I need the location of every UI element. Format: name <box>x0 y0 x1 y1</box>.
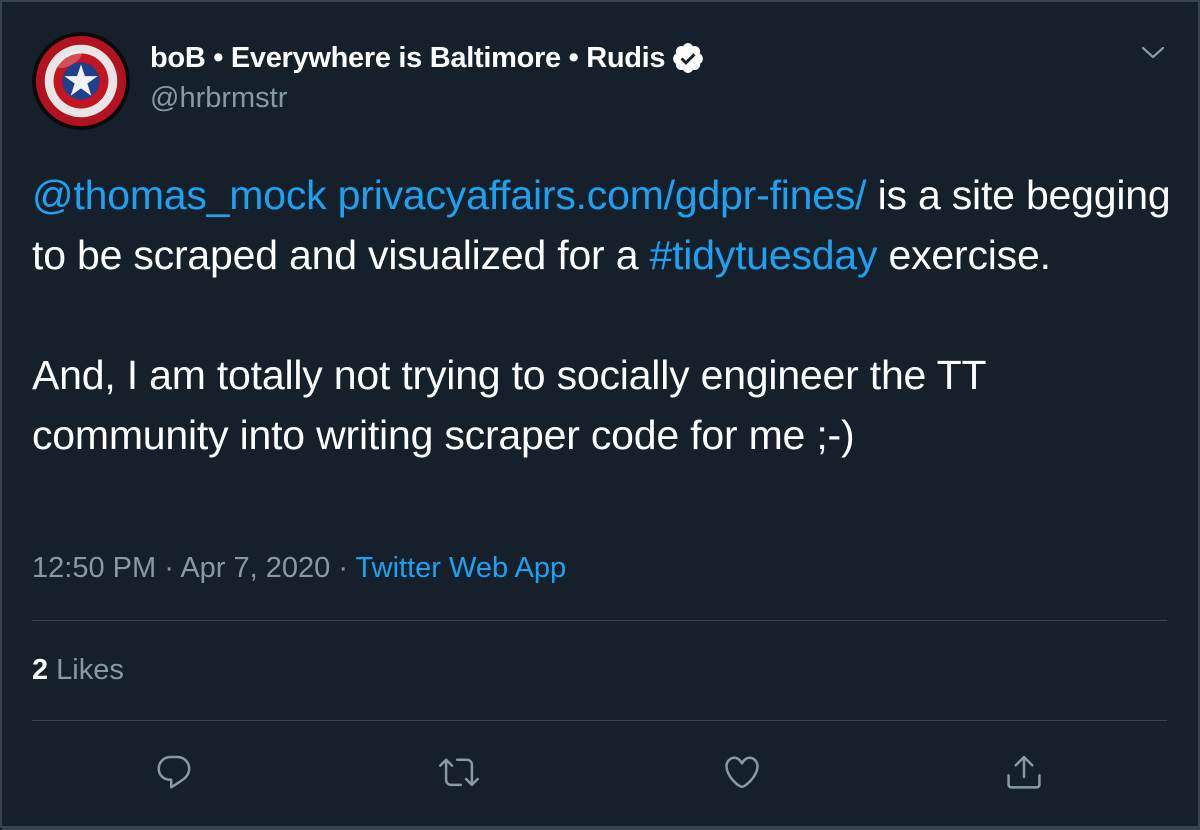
meta-separator: · <box>156 552 181 584</box>
author-handle[interactable]: @hrbrmstr <box>150 82 287 115</box>
tweet-text-part: exercise. <box>877 232 1051 278</box>
author-name-text: boB • Everywhere is Baltimore • Rudis <box>150 41 666 74</box>
shield-avatar-icon <box>32 32 130 130</box>
mention-link[interactable]: @thomas_mock <box>32 172 327 218</box>
retweet-button[interactable] <box>437 750 481 794</box>
bottom-border <box>2 826 1200 830</box>
reply-button[interactable] <box>152 750 196 794</box>
retweet-icon <box>439 758 479 787</box>
likes-stat[interactable]: 2 Likes <box>32 654 124 687</box>
url-link[interactable]: privacyaffairs.com/gdpr-fines/ <box>338 172 867 218</box>
tweet-paragraph-2: And, I am totally not trying to socially… <box>32 352 997 458</box>
more-options-chevron-icon[interactable] <box>1138 42 1168 64</box>
hashtag-link[interactable]: #tidytuesday <box>650 232 878 278</box>
share-button[interactable] <box>1002 750 1046 794</box>
tweet-time[interactable]: 12:50 PM <box>32 552 156 584</box>
tweet-date[interactable]: Apr 7, 2020 <box>180 552 330 584</box>
author-name[interactable]: boB • Everywhere is Baltimore • Rudis <box>150 41 705 75</box>
tweet-text: @thomas_mock privacyaffairs.com/gdpr-fin… <box>32 165 1172 465</box>
heart-icon <box>725 756 759 789</box>
like-button[interactable] <box>720 750 764 794</box>
divider <box>32 620 1167 621</box>
meta-separator: · <box>330 552 356 584</box>
reply-icon <box>157 755 191 789</box>
likes-count: 2 <box>32 654 49 686</box>
tweet-source-link[interactable]: Twitter Web App <box>356 552 567 584</box>
verified-badge-icon <box>671 41 705 75</box>
avatar[interactable] <box>32 32 130 130</box>
tweet-meta: 12:50 PM · Apr 7, 2020 · Twitter Web App <box>32 552 566 585</box>
likes-label: Likes <box>56 654 124 686</box>
tweet-card: boB • Everywhere is Baltimore • Rudis @h… <box>0 0 1200 830</box>
share-icon <box>1007 755 1041 789</box>
divider <box>32 720 1167 721</box>
